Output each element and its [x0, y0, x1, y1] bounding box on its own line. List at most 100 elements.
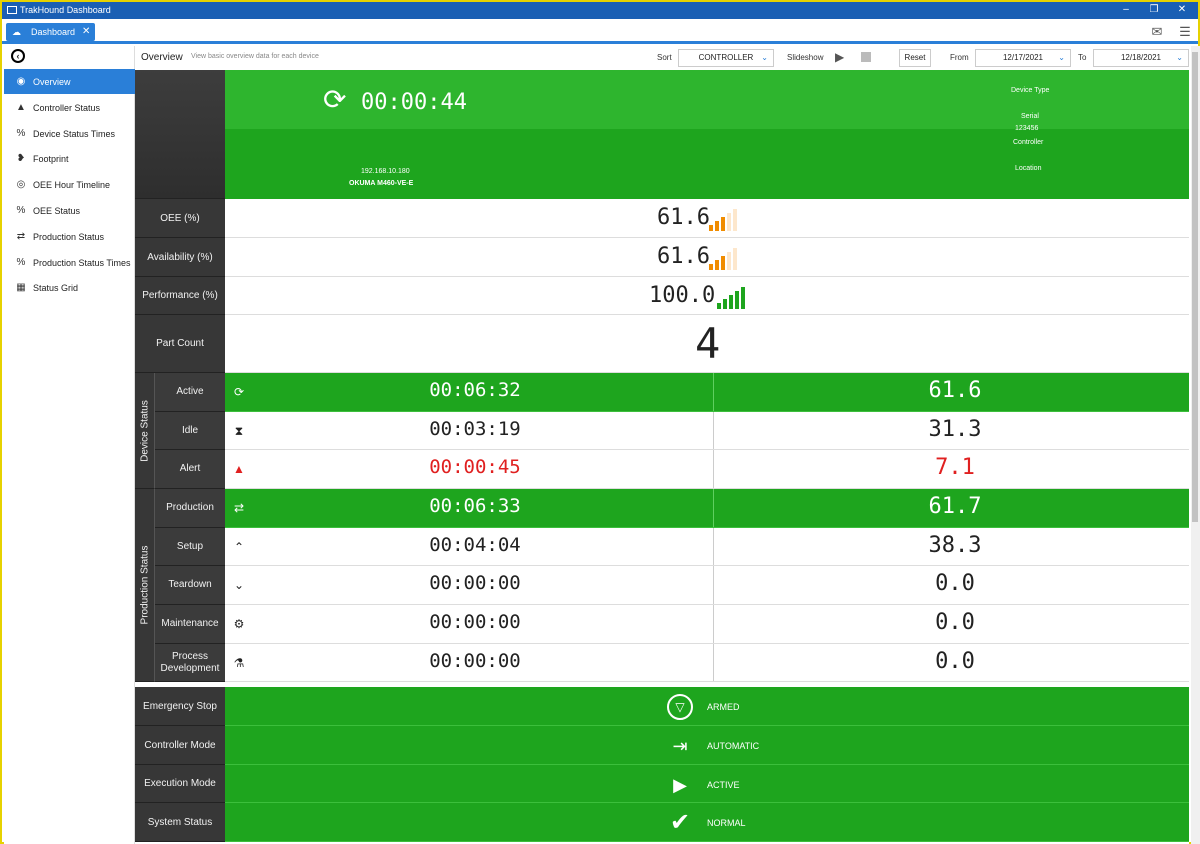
production-status-row: ⚗ 00:00:00 0.0: [225, 643, 1189, 683]
mail-icon[interactable]: ✉: [1146, 23, 1168, 41]
window-title: TrakHound Dashboard: [20, 5, 111, 15]
chevron-down-icon: ⌄: [1058, 53, 1065, 62]
part-count-value: 4: [695, 319, 721, 368]
availability-label: Availability (%): [135, 238, 225, 277]
percent-icon: %: [16, 127, 26, 139]
vertical-scrollbar[interactable]: [1191, 46, 1200, 844]
oee-signal-bars: [709, 209, 743, 231]
device-name: OKUMA M460-VE-E: [349, 180, 414, 187]
status-percent: 38.3: [928, 532, 982, 558]
flask-icon: ⚗: [233, 655, 245, 670]
alert-icon: ▲: [233, 462, 245, 477]
device-status-group-label: Device Status: [135, 373, 155, 489]
signal-bar: [715, 221, 719, 231]
minimize-icon[interactable]: –: [1112, 3, 1140, 17]
column-divider: [713, 643, 714, 682]
title-bar: TrakHound Dashboard – ❐ ✕: [2, 2, 1198, 19]
sidebar-item-label: Footprint: [33, 154, 69, 165]
part-count-row: 4: [225, 315, 1189, 373]
availability-value: 61.6: [657, 244, 710, 269]
gear-icon: ⚙: [233, 617, 245, 632]
sidebar-item-status-grid[interactable]: ▦ Status Grid: [4, 275, 135, 300]
sort-value: CONTROLLER: [698, 53, 754, 62]
estop-icon: ▽: [667, 694, 693, 720]
play-icon[interactable]: ▶: [835, 50, 844, 64]
percent-swap-icon: %: [16, 256, 26, 268]
controller-mode-value: AUTOMATIC: [707, 741, 760, 751]
sidebar-item-production-status-times[interactable]: % Production Status Times: [4, 250, 135, 275]
device-type-label: Device Type: [1011, 87, 1050, 94]
production-status-label-maintenance: Maintenance: [155, 605, 225, 644]
restore-icon[interactable]: ❐: [1140, 3, 1168, 17]
status-percent: 0.0: [935, 610, 975, 636]
device-header-bottom: 192.168.10.180 OKUMA M460-VE-E 123456 Co…: [225, 125, 1189, 199]
sidebar-item-footprint[interactable]: ❥ Footprint: [4, 146, 135, 171]
checkmark-icon: ✔: [669, 809, 691, 836]
device-timer: 00:00:44: [361, 90, 467, 115]
reset-button[interactable]: Reset: [899, 49, 931, 67]
slideshow-label: Slideshow: [787, 53, 824, 62]
sidebar-item-label: Production Status: [33, 231, 105, 242]
sidebar-item-oee-hour-timeline[interactable]: ◎ OEE Hour Timeline: [4, 172, 135, 197]
device-ip: 192.168.10.180: [361, 168, 410, 175]
sidebar: ‹ ◉ Overview ▲ Controller Status% Device Sta…: [4, 46, 135, 844]
percent-oee-icon: %: [16, 205, 26, 216]
status-time: 00:06:32: [429, 379, 521, 401]
sort-dropdown[interactable]: CONTROLLER ⌄: [678, 49, 774, 67]
system-status-label: System Status: [135, 803, 225, 842]
device-status-label-alert: Alert: [155, 450, 225, 490]
device-header-top: ⟳ 00:00:44 Device Type Serial: [225, 70, 1189, 129]
signal-bar: [727, 213, 731, 231]
signal-bar: [727, 252, 731, 270]
sidebar-item-oee-status[interactable]: % OEE Status: [4, 198, 135, 223]
tab-close-icon[interactable]: ✕: [82, 26, 90, 37]
signal-bar: [733, 209, 737, 231]
page-title: Overview: [141, 52, 183, 63]
status-time: 00:00:45: [429, 456, 521, 479]
sidebar-item-overview[interactable]: ◉ Overview: [4, 69, 135, 94]
performance-row: 100.0: [225, 277, 1189, 315]
controller-mode-row: ⇥ AUTOMATIC: [225, 726, 1189, 765]
back-icon[interactable]: ‹: [11, 49, 25, 63]
tab-dashboard[interactable]: ☁ Dashboard ✕: [6, 23, 95, 41]
device-status-row: ▲ 00:00:45 7.1: [225, 450, 1189, 490]
chevron-down-icon: ⌄: [233, 578, 245, 593]
sidebar-item-label: Device Status Times: [33, 128, 116, 139]
from-date-picker[interactable]: 12/17/2021 ⌄: [975, 49, 1071, 67]
sidebar-item-production-status[interactable]: ⇄ Production Status: [4, 224, 135, 249]
app-icon: [7, 6, 17, 14]
estop-row: ▽ ARMED: [225, 687, 1189, 726]
sidebar-item-label: Controller Status: [33, 102, 101, 113]
oee-row: 61.6: [225, 199, 1189, 238]
performance-signal-bars: [717, 287, 751, 309]
stop-icon[interactable]: [861, 52, 871, 62]
controller-label: Controller: [1013, 139, 1044, 146]
serial-value: 123456: [1015, 125, 1039, 132]
status-time: 00:06:33: [429, 495, 521, 517]
production-status-group-label: Production Status: [135, 489, 155, 682]
status-percent: 0.0: [935, 571, 975, 597]
menu-icon[interactable]: ☰: [1174, 23, 1196, 41]
signal-bar: [729, 295, 733, 309]
sidebar-item-device-status-times[interactable]: % Device Status Times: [4, 121, 135, 146]
app-window: TrakHound Dashboard – ❐ ✕ ☁ Dashboard ✕ …: [0, 0, 1200, 844]
swap-arrows-icon: ⇄: [233, 501, 245, 515]
close-icon[interactable]: ✕: [1168, 3, 1196, 17]
sidebar-item-controller-status[interactable]: ▲ Controller Status: [4, 95, 135, 120]
status-time: 00:00:00: [429, 572, 521, 595]
grid-icon: ▦: [16, 282, 26, 294]
refresh-icon: ⟳: [323, 84, 347, 115]
to-date-picker[interactable]: 12/18/2021 ⌄: [1093, 49, 1189, 67]
scrollbar-thumb[interactable]: [1192, 52, 1198, 522]
estop-label: Emergency Stop: [135, 687, 225, 726]
location-label: Location: [1015, 165, 1042, 172]
play-icon: ▶: [673, 775, 687, 795]
production-status-row: ⚙ 00:00:00 0.0: [225, 605, 1189, 644]
signal-bar: [723, 299, 727, 309]
header-label-cell: [135, 70, 225, 199]
execution-mode-value: ACTIVE: [707, 780, 740, 790]
production-status-row: ⇄ 00:06:33 61.7: [225, 489, 1189, 528]
performance-value: 100.0: [649, 283, 716, 308]
sidebar-item-label: Production Status Times: [33, 257, 131, 268]
production-status-label-production: Production: [155, 489, 225, 528]
